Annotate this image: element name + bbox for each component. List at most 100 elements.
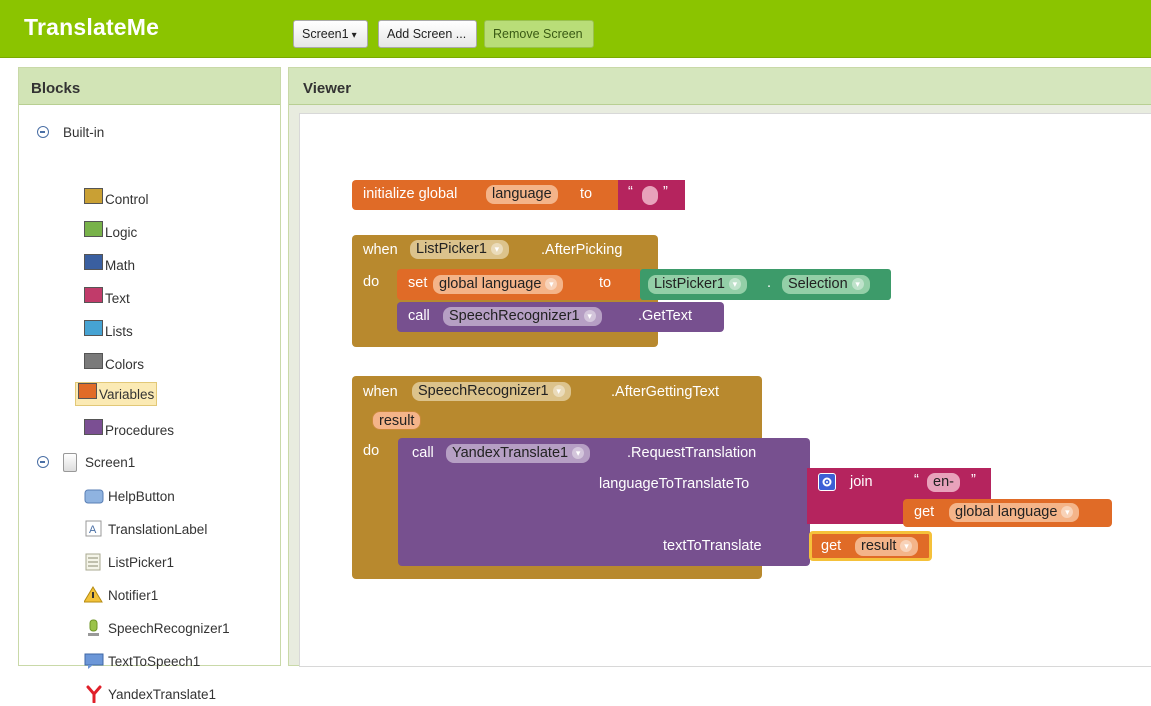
screen-select-label: Screen1 (302, 27, 349, 41)
property-dropdown[interactable]: Selection ▾ (782, 275, 870, 294)
colors-swatch-icon (84, 353, 103, 369)
set-global-language-block[interactable]: set global language ▾ to (397, 269, 642, 300)
tree-item-control[interactable]: Control (84, 187, 149, 211)
string-en-field[interactable]: en- (927, 473, 960, 492)
quote-close: ” (663, 184, 668, 200)
dropdown-arrow-icon: ▾ (1061, 506, 1074, 518)
getter-component-dropdown[interactable]: ListPicker1 ▾ (648, 275, 747, 294)
tree-item-label: TranslationLabel (108, 521, 208, 537)
tree-item-texttospeech1[interactable]: TextToSpeech1 (84, 649, 200, 673)
tree-item-variables[interactable]: Variables (75, 382, 158, 406)
call-gettext-block[interactable]: call SpeechRecognizer1 ▾ .GetText (397, 302, 724, 332)
set-label: set (408, 275, 428, 291)
get-result-block[interactable]: get result ▾ (809, 531, 932, 561)
call-component-label: SpeechRecognizer1 (449, 308, 580, 324)
quote-open: “ (628, 184, 633, 200)
tree-screen1[interactable]: Screen1 (37, 450, 135, 474)
tree-item-speechrecognizer1[interactable]: SpeechRecognizer1 (84, 616, 230, 640)
call-component-label: YandexTranslate1 (452, 445, 569, 461)
tree-item-label: Text (105, 290, 130, 306)
tree-item-translationlabel[interactable]: A TranslationLabel (84, 517, 207, 541)
call-requesttranslation-block[interactable]: call YandexTranslate1 ▾ .RequestTranslati… (398, 438, 810, 566)
collapse-icon[interactable] (37, 456, 49, 468)
tree-item-label: Procedures (105, 422, 175, 438)
event-component-dropdown[interactable]: SpeechRecognizer1 ▾ (412, 382, 571, 401)
tree-item-notifier1[interactable]: Notifier1 (83, 583, 159, 607)
top-bar: TranslateMe Screen1 ▾ Add Screen ... Remo… (0, 0, 1151, 58)
collapse-icon[interactable] (37, 126, 49, 138)
empty-string-block[interactable]: “ ” (618, 180, 685, 210)
tree-item-label: Lists (105, 323, 133, 339)
when-label: when (363, 384, 398, 400)
dropdown-arrow-icon: ▾ (851, 278, 864, 290)
init-label: initialize global (363, 186, 458, 202)
logic-swatch-icon (84, 221, 103, 237)
method-label: .GetText (638, 308, 692, 324)
tree-item-listpicker1[interactable]: ListPicker1 (84, 550, 174, 574)
tree-item-label: SpeechRecognizer1 (108, 620, 230, 636)
event-name-label: .AfterGettingText (611, 384, 719, 400)
quote-close: ” (971, 472, 976, 488)
to-label: to (580, 186, 593, 202)
remove-screen-button[interactable]: Remove Screen (484, 20, 594, 48)
dropdown-arrow-icon: ▾ (572, 447, 585, 459)
getter-variable-label: global language (955, 504, 1058, 520)
add-screen-button[interactable]: Add Screen ... (378, 20, 477, 48)
event-component-label: SpeechRecognizer1 (418, 383, 549, 399)
tree-item-label: Notifier1 (108, 587, 159, 603)
dropdown-arrow-icon: ▾ (490, 243, 503, 255)
do-label: do (363, 274, 380, 290)
tree-item-text[interactable]: Text (84, 286, 130, 310)
get-global-language-block[interactable]: get global language ▾ (903, 499, 1112, 527)
listpicker-selection-getter-block[interactable]: ListPicker1 ▾ . Selection ▾ (640, 269, 891, 300)
notifier-icon (83, 586, 104, 604)
do-label: do (363, 443, 380, 459)
speech-icon (84, 652, 104, 670)
screen-select-button[interactable]: Screen1 ▾ (293, 20, 368, 48)
procedures-swatch-icon (84, 419, 103, 435)
property-label: Selection (788, 276, 848, 292)
dropdown-arrow-icon: ▾ (728, 278, 741, 290)
yandex-icon (84, 685, 104, 704)
setter-variable-dropdown[interactable]: global language ▾ (433, 275, 564, 294)
tree-item-lists[interactable]: Lists (84, 319, 133, 343)
tree-item-procedures[interactable]: Procedures (84, 418, 174, 442)
dropdown-arrow-icon: ▾ (583, 310, 596, 322)
tree-item-label: YandexTranslate1 (108, 686, 217, 702)
tree-item-helpbutton[interactable]: HelpButton (84, 484, 175, 508)
call-component-dropdown[interactable]: YandexTranslate1 ▾ (446, 444, 591, 463)
getter-variable-dropdown[interactable]: global language ▾ (949, 503, 1080, 522)
tree-item-math[interactable]: Math (84, 253, 135, 277)
math-swatch-icon (84, 254, 103, 270)
method-label: .RequestTranslation (627, 445, 757, 461)
quote-open: “ (914, 472, 919, 488)
tree-builtin[interactable]: Built-in (37, 120, 104, 144)
event-name-label: .AfterPicking (541, 242, 623, 258)
tree-item-label: TextToSpeech1 (108, 653, 201, 669)
blocks-panel-header: Blocks (19, 68, 280, 105)
microphone-icon (84, 619, 104, 637)
app-title: TranslateMe (24, 14, 160, 40)
getter-result-dropdown[interactable]: result ▾ (855, 537, 919, 556)
call-component-dropdown[interactable]: SpeechRecognizer1 ▾ (443, 307, 602, 326)
blocks-workspace[interactable]: initialize global language to “ ” when L… (299, 113, 1151, 667)
string-en-block[interactable]: “ en- ” (903, 468, 991, 496)
join-label: join (850, 474, 873, 490)
tree-item-label: ListPicker1 (108, 554, 175, 570)
variable-name-field[interactable]: language (486, 185, 558, 204)
viewer-panel-header: Viewer (289, 68, 1151, 105)
tree-item-label: Control (105, 191, 149, 207)
result-param[interactable]: result (372, 411, 422, 430)
tree-item-yandextranslate1[interactable]: YandexTranslate1 (84, 682, 216, 706)
tree-item-logic[interactable]: Logic (84, 220, 137, 244)
getter-result-label: result (861, 538, 897, 554)
tree-item-colors[interactable]: Colors (84, 352, 144, 376)
listpicker-icon (84, 553, 104, 571)
blocks-panel: Blocks Built-in Control Logic Math Text … (18, 67, 281, 704)
dropdown-arrow-icon: ▾ (900, 540, 913, 552)
initialize-global-block[interactable]: initialize global language to (352, 180, 622, 210)
gear-icon[interactable] (818, 473, 836, 491)
when-label: when (363, 242, 398, 258)
string-value-field[interactable] (642, 186, 658, 205)
event-component-dropdown[interactable]: ListPicker1 ▾ (410, 240, 509, 259)
